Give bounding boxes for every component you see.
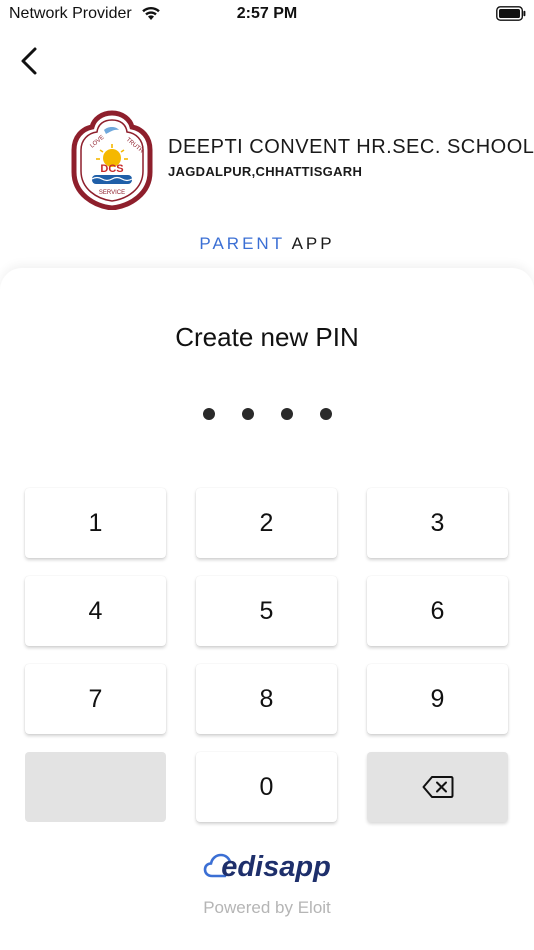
- key-blank: [25, 752, 166, 822]
- key-0[interactable]: 0: [196, 752, 337, 822]
- key-5[interactable]: 5: [196, 576, 337, 646]
- key-8[interactable]: 8: [196, 664, 337, 734]
- pin-title: Create new PIN: [175, 322, 359, 352]
- battery-icon: [496, 6, 526, 21]
- pin-dot: [280, 408, 293, 420]
- keypad: 1 2 3 4 5 6 7 8 9 0: [25, 488, 509, 822]
- key-1[interactable]: 1: [25, 488, 166, 558]
- school-location: JAGDALPUR,CHHATTISGARH: [168, 164, 363, 179]
- pin-panel: Create new PIN 1 2 3 4 5 6 7 8 9 0 edisa…: [0, 268, 534, 950]
- logo-service-text: SERVICE: [99, 190, 125, 196]
- app-label: PARENT APP: [0, 234, 534, 254]
- key-7[interactable]: 7: [25, 664, 166, 734]
- app-label-accent: PARENT: [199, 234, 285, 253]
- logo-dcs-text: DCS: [100, 163, 123, 175]
- brand-logo: edisapp: [203, 850, 331, 884]
- backspace-button[interactable]: [367, 752, 508, 822]
- key-6[interactable]: 6: [367, 576, 508, 646]
- chevron-left-icon: [21, 47, 37, 75]
- status-bar: Network Provider 2:57 PM: [0, 0, 534, 28]
- school-logo: DCS LOVE TRUTH SERVICE: [71, 110, 153, 210]
- clock: 2:57 PM: [236, 5, 298, 22]
- pin-dot: [241, 408, 254, 420]
- app-label-rest: APP: [291, 234, 335, 253]
- key-3[interactable]: 3: [367, 488, 508, 558]
- pin-dot: [319, 408, 332, 420]
- key-9[interactable]: 9: [367, 664, 508, 734]
- brand-name: edisapp: [221, 851, 331, 883]
- key-2[interactable]: 2: [196, 488, 337, 558]
- school-header: DCS LOVE TRUTH SERVICE DEEPTI CONVENT HR…: [0, 110, 534, 220]
- school-name: DEEPTI CONVENT HR.SEC. SCHOOL: [168, 136, 534, 158]
- back-button[interactable]: [14, 44, 46, 78]
- backspace-icon: [422, 776, 453, 798]
- key-4[interactable]: 4: [25, 576, 166, 646]
- brand: edisapp: [0, 850, 534, 885]
- pin-dots: [0, 408, 534, 420]
- pin-dot: [202, 408, 215, 420]
- powered-by: Powered by Eloit: [203, 898, 331, 917]
